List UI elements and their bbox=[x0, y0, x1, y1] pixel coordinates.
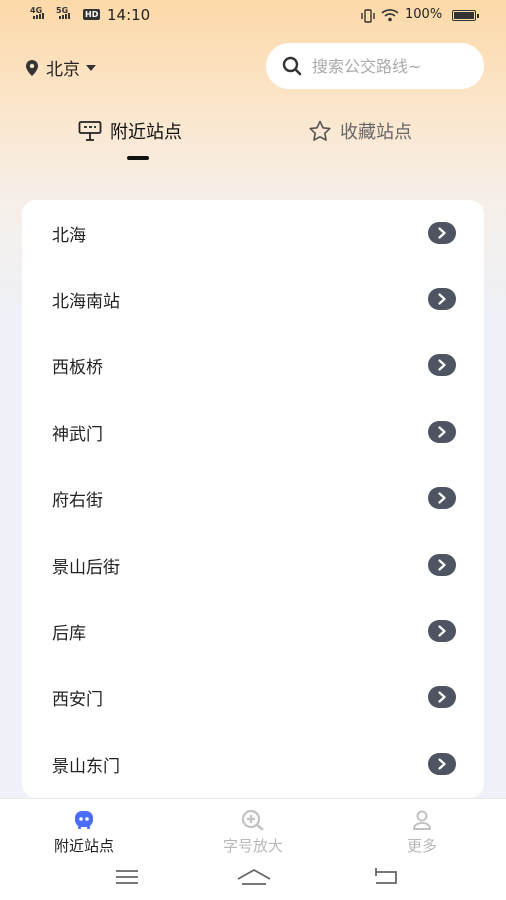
station-name: 神武门 bbox=[52, 424, 103, 445]
bus-stop-sign-icon bbox=[78, 121, 102, 141]
nav-font-zoom-label: 字号放大 bbox=[222, 837, 283, 855]
clock: 14:10 bbox=[107, 6, 151, 24]
nav-more-label: 更多 bbox=[406, 837, 437, 855]
station-row[interactable]: 西安门 bbox=[22, 664, 484, 730]
tab-nearby-label: 附近站点 bbox=[110, 122, 182, 143]
station-list: 北海 北海南站 西板桥 神武门 府右街 景山后街 后库 西安门 景山东门 bbox=[22, 200, 484, 798]
station-row[interactable]: 后库 bbox=[22, 598, 484, 664]
search-box[interactable] bbox=[266, 43, 484, 89]
chevron-right-icon[interactable] bbox=[428, 354, 456, 376]
chevron-right-icon[interactable] bbox=[428, 554, 456, 576]
station-name: 府右街 bbox=[52, 490, 103, 511]
system-navigation-bar bbox=[0, 860, 506, 900]
location-pin-icon bbox=[26, 59, 38, 76]
city-name: 北京 bbox=[46, 60, 80, 80]
chevron-right-icon[interactable] bbox=[428, 620, 456, 642]
user-icon bbox=[413, 810, 431, 830]
station-name: 景山后街 bbox=[52, 557, 120, 578]
bottom-tab-bar: 附近站点 字号放大 更多 bbox=[0, 798, 506, 861]
zoom-plus-icon bbox=[241, 809, 264, 831]
tab-favorite-stations[interactable]: 收藏站点 bbox=[308, 118, 412, 144]
station-row[interactable]: 府右街 bbox=[22, 465, 484, 531]
signal-strength-2-icon bbox=[59, 13, 70, 19]
hd-voice-icon: HD bbox=[83, 9, 101, 20]
search-input[interactable] bbox=[310, 55, 474, 77]
station-name: 景山东门 bbox=[52, 756, 120, 777]
star-icon bbox=[309, 120, 331, 141]
wifi-icon bbox=[381, 9, 399, 22]
bus-face-icon bbox=[75, 811, 93, 829]
station-row[interactable]: 景山东门 bbox=[22, 731, 484, 797]
status-bar: 4G 5G HD 14:10 100% bbox=[0, 0, 506, 32]
battery-fill bbox=[454, 12, 474, 19]
chevron-right-icon[interactable] bbox=[428, 753, 456, 775]
tab-favorite-label: 收藏站点 bbox=[340, 122, 412, 143]
menu-icon[interactable] bbox=[114, 866, 140, 888]
chevron-right-icon[interactable] bbox=[428, 421, 456, 443]
station-name: 北海南站 bbox=[52, 291, 120, 312]
chevron-down-icon bbox=[86, 64, 96, 71]
nav-nearby-label: 附近站点 bbox=[53, 837, 114, 855]
nav-nearby-stations[interactable]: 附近站点 bbox=[24, 809, 144, 856]
home-icon[interactable] bbox=[236, 866, 272, 888]
nav-more[interactable]: 更多 bbox=[362, 809, 482, 856]
vibrate-icon bbox=[361, 9, 375, 23]
station-row[interactable]: 北海南站 bbox=[22, 266, 484, 332]
station-row[interactable]: 西板桥 bbox=[22, 332, 484, 398]
station-row[interactable]: 神武门 bbox=[22, 399, 484, 465]
station-row[interactable]: 景山后街 bbox=[22, 532, 484, 598]
tab-nearby-stations[interactable]: 附近站点 bbox=[78, 118, 182, 144]
station-name: 西安门 bbox=[52, 689, 103, 710]
signal-strength-icon bbox=[33, 13, 44, 19]
chevron-right-icon[interactable] bbox=[428, 222, 456, 244]
chevron-right-icon[interactable] bbox=[428, 288, 456, 310]
station-name: 西板桥 bbox=[52, 357, 103, 378]
search-icon bbox=[282, 56, 302, 76]
back-icon[interactable] bbox=[372, 866, 400, 888]
active-tab-indicator bbox=[127, 156, 149, 160]
chevron-right-icon[interactable] bbox=[428, 686, 456, 708]
city-selector[interactable]: 北京 bbox=[24, 55, 96, 80]
chevron-right-icon[interactable] bbox=[428, 487, 456, 509]
battery-icon bbox=[452, 10, 479, 21]
station-name: 北海 bbox=[52, 225, 86, 246]
nav-font-zoom[interactable]: 字号放大 bbox=[193, 809, 313, 856]
battery-percent: 100% bbox=[405, 7, 443, 22]
station-name: 后库 bbox=[52, 623, 86, 644]
station-row[interactable]: 北海 bbox=[22, 200, 484, 266]
